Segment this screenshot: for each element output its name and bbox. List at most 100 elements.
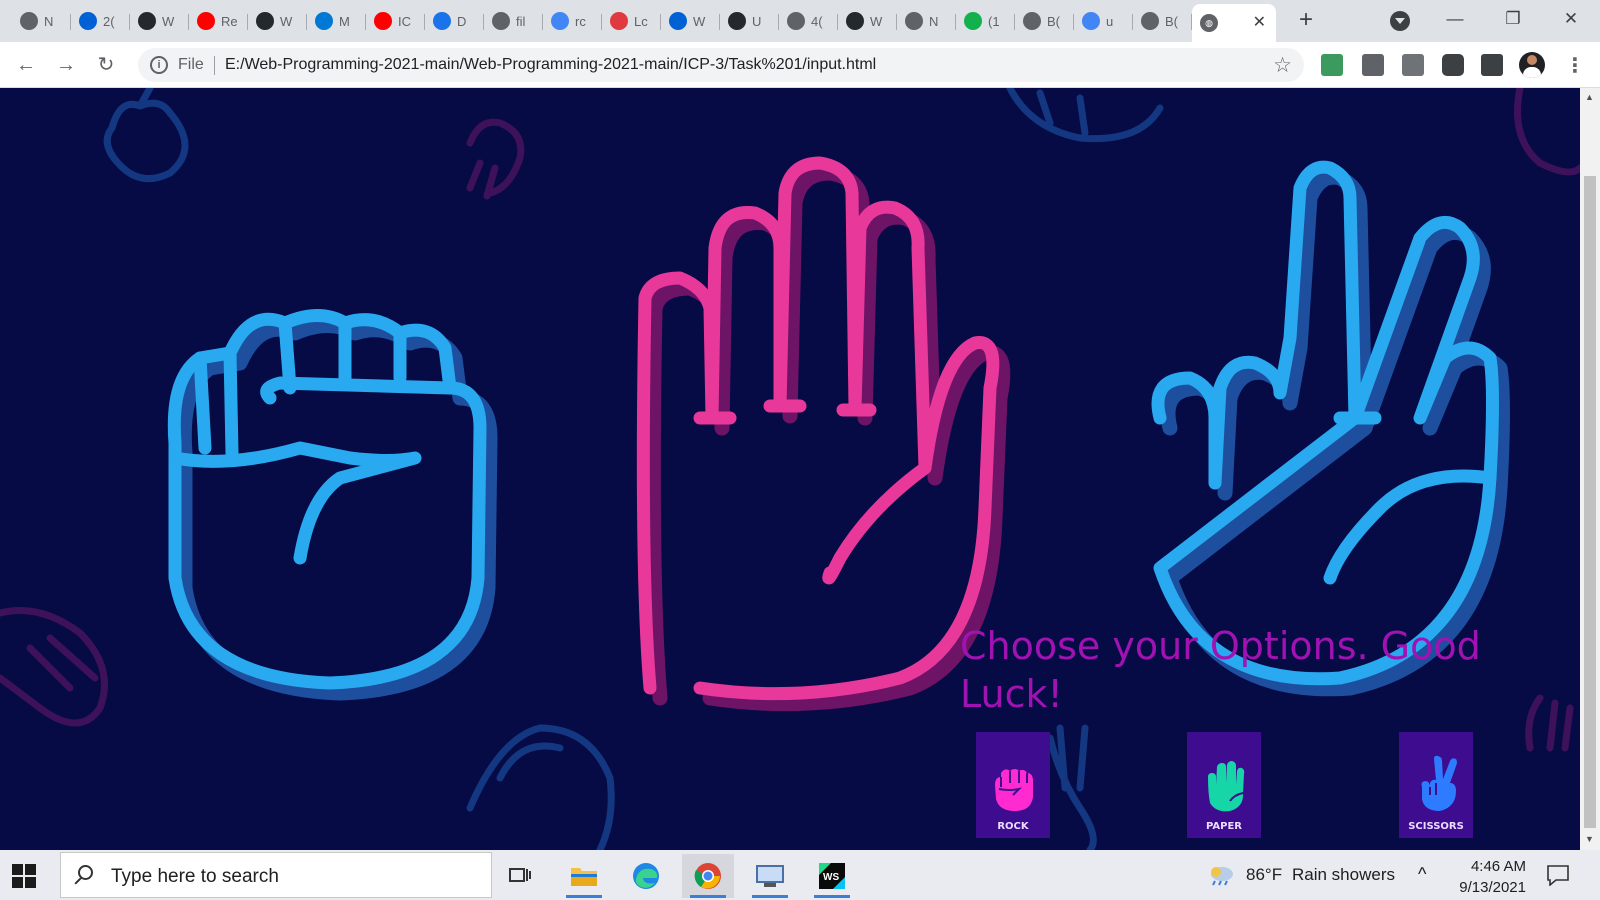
paper-hand-large-icon <box>636 156 1011 712</box>
youtube-icon <box>374 12 392 30</box>
browser-tab[interactable]: 4( <box>779 6 838 36</box>
browser-tab[interactable]: U <box>720 6 779 36</box>
svg-text:WS: WS <box>823 872 839 883</box>
active-tab[interactable]: ◍ ✕ <box>1192 4 1276 42</box>
profile-avatar[interactable] <box>1519 52 1545 78</box>
url-text[interactable]: E:/Web-Programming-2021-main/Web-Program… <box>225 56 876 74</box>
weather-temp[interactable]: 86°F <box>1246 865 1282 885</box>
browser-tab-label: B( <box>1047 13 1060 29</box>
reload-button[interactable]: ↻ <box>92 51 120 79</box>
scroll-thumb[interactable] <box>1584 176 1596 828</box>
rock-fist-icon <box>995 769 1033 811</box>
notification-icon[interactable] <box>1546 864 1570 886</box>
scroll-up-icon[interactable]: ▲ <box>1585 92 1594 102</box>
browser-tab[interactable]: (1 <box>956 6 1015 36</box>
browser-tab[interactable]: W <box>130 6 189 36</box>
google-icon <box>1082 12 1100 30</box>
extension-bag-icon[interactable] <box>1362 54 1384 76</box>
browser-tab[interactable]: Lc <box>602 6 661 36</box>
weather-condition[interactable]: Rain showers <box>1292 865 1395 885</box>
scissors-hand-icon <box>1421 755 1457 811</box>
app-running-indicator <box>690 895 726 898</box>
github-icon <box>256 12 274 30</box>
browser-tab-label: W <box>162 13 175 29</box>
browser-tab[interactable]: rc <box>543 6 602 36</box>
extension-chart-icon[interactable] <box>1402 54 1424 76</box>
paper-choice-button[interactable]: PAPER <box>1187 732 1261 838</box>
browser-tab[interactable]: 2( <box>71 6 130 36</box>
bg-hand-icon <box>466 724 615 850</box>
edge-icon[interactable] <box>620 854 672 898</box>
browser-tab-label: U <box>752 13 762 29</box>
bookmark-star-icon[interactable]: ☆ <box>1273 53 1292 78</box>
close-window-button[interactable]: ✕ <box>1548 4 1594 34</box>
browser-tab[interactable]: W <box>838 6 897 36</box>
task-view-icon[interactable] <box>494 854 546 898</box>
taskbar-search-box[interactable]: Type here to search <box>60 852 492 898</box>
browser-tab-label: W <box>870 13 883 29</box>
browser-tab[interactable]: fil <box>484 6 543 36</box>
new-tab-button[interactable]: + <box>1292 7 1320 35</box>
scheme-label: File <box>178 56 204 73</box>
page-viewport: Choose your Options. Good Luck! ROCK PAP… <box>0 88 1580 850</box>
scroll-down-icon[interactable]: ▼ <box>1585 834 1594 844</box>
browser-tab-label: fil <box>516 13 526 29</box>
chevron-up-icon[interactable]: ^ <box>1418 864 1426 885</box>
restore-button[interactable]: ❐ <box>1490 4 1536 34</box>
browser-tab-label: u <box>1106 13 1114 29</box>
bg-hand-icon <box>1006 88 1164 143</box>
browser-tab-label: W <box>693 13 706 29</box>
browser-tab[interactable]: B( <box>1015 6 1074 36</box>
globe-icon <box>492 12 510 30</box>
browser-tab[interactable]: N <box>897 6 956 36</box>
browser-tab-label: M <box>339 13 350 29</box>
weather-rain-icon[interactable] <box>1207 864 1235 886</box>
browser-tab[interactable]: M <box>307 6 366 36</box>
app-running-indicator <box>566 895 602 898</box>
clock-date: 9/13/2021 <box>1459 879 1526 896</box>
browser-tab[interactable]: IC <box>366 6 425 36</box>
puzzle-icon[interactable] <box>1442 54 1464 76</box>
menu-dots-icon[interactable]: ⋮ <box>1565 53 1585 78</box>
browser-tab-label: D <box>457 13 467 29</box>
extension-check-icon[interactable] <box>1321 54 1343 76</box>
back-button[interactable]: ← <box>12 51 40 79</box>
chrome-taskbar-icon[interactable] <box>682 854 734 898</box>
browser-tab[interactable]: W <box>248 6 307 36</box>
tab-close-icon[interactable]: ✕ <box>1253 12 1266 32</box>
rock-choice-button[interactable]: ROCK <box>976 732 1050 838</box>
browser-tab-label: IC <box>398 13 411 29</box>
browser-tab[interactable]: B( <box>1133 6 1192 36</box>
browser-tab-label: N <box>44 13 54 29</box>
webstorm-icon[interactable]: WS <box>806 854 858 898</box>
chrome-icon <box>905 12 923 30</box>
bg-hand-icon <box>466 118 525 200</box>
file-explorer-icon[interactable] <box>558 854 610 898</box>
tab-search-icon[interactable] <box>1390 11 1410 31</box>
browser-tab-label: Re <box>221 13 238 29</box>
forward-button[interactable]: → <box>52 51 80 79</box>
scissors-choice-button[interactable]: SCISSORS <box>1399 732 1473 838</box>
browser-tab[interactable]: u <box>1074 6 1133 36</box>
chrome-icon <box>20 12 38 30</box>
flower-icon <box>610 12 628 30</box>
vertical-scrollbar[interactable]: ▲ ▼ <box>1580 88 1600 850</box>
system-clock[interactable]: 4:46 AM 9/13/2021 <box>1440 856 1526 898</box>
info-icon[interactable]: i <box>150 56 168 74</box>
browser-tab[interactable]: N <box>12 6 71 36</box>
address-bar[interactable]: i File E:/Web-Programming-2021-main/Web-… <box>138 48 1304 82</box>
rock-fist-large-icon <box>167 309 498 701</box>
browser-tab[interactable]: W <box>661 6 720 36</box>
browser-tab-label: rc <box>575 13 586 29</box>
bg-hand-icon <box>1046 724 1097 850</box>
media-queue-icon[interactable] <box>1481 54 1503 76</box>
bg-hand-icon <box>1514 88 1580 176</box>
windows-start-icon[interactable] <box>12 864 36 888</box>
download-icon <box>433 12 451 30</box>
browser-tab[interactable]: Re <box>189 6 248 36</box>
outlook-icon <box>315 12 333 30</box>
browser-tab-label: W <box>280 13 293 29</box>
browser-tab[interactable]: D <box>425 6 484 36</box>
remote-desktop-icon[interactable] <box>744 854 796 898</box>
minimize-button[interactable]: — <box>1432 4 1478 34</box>
